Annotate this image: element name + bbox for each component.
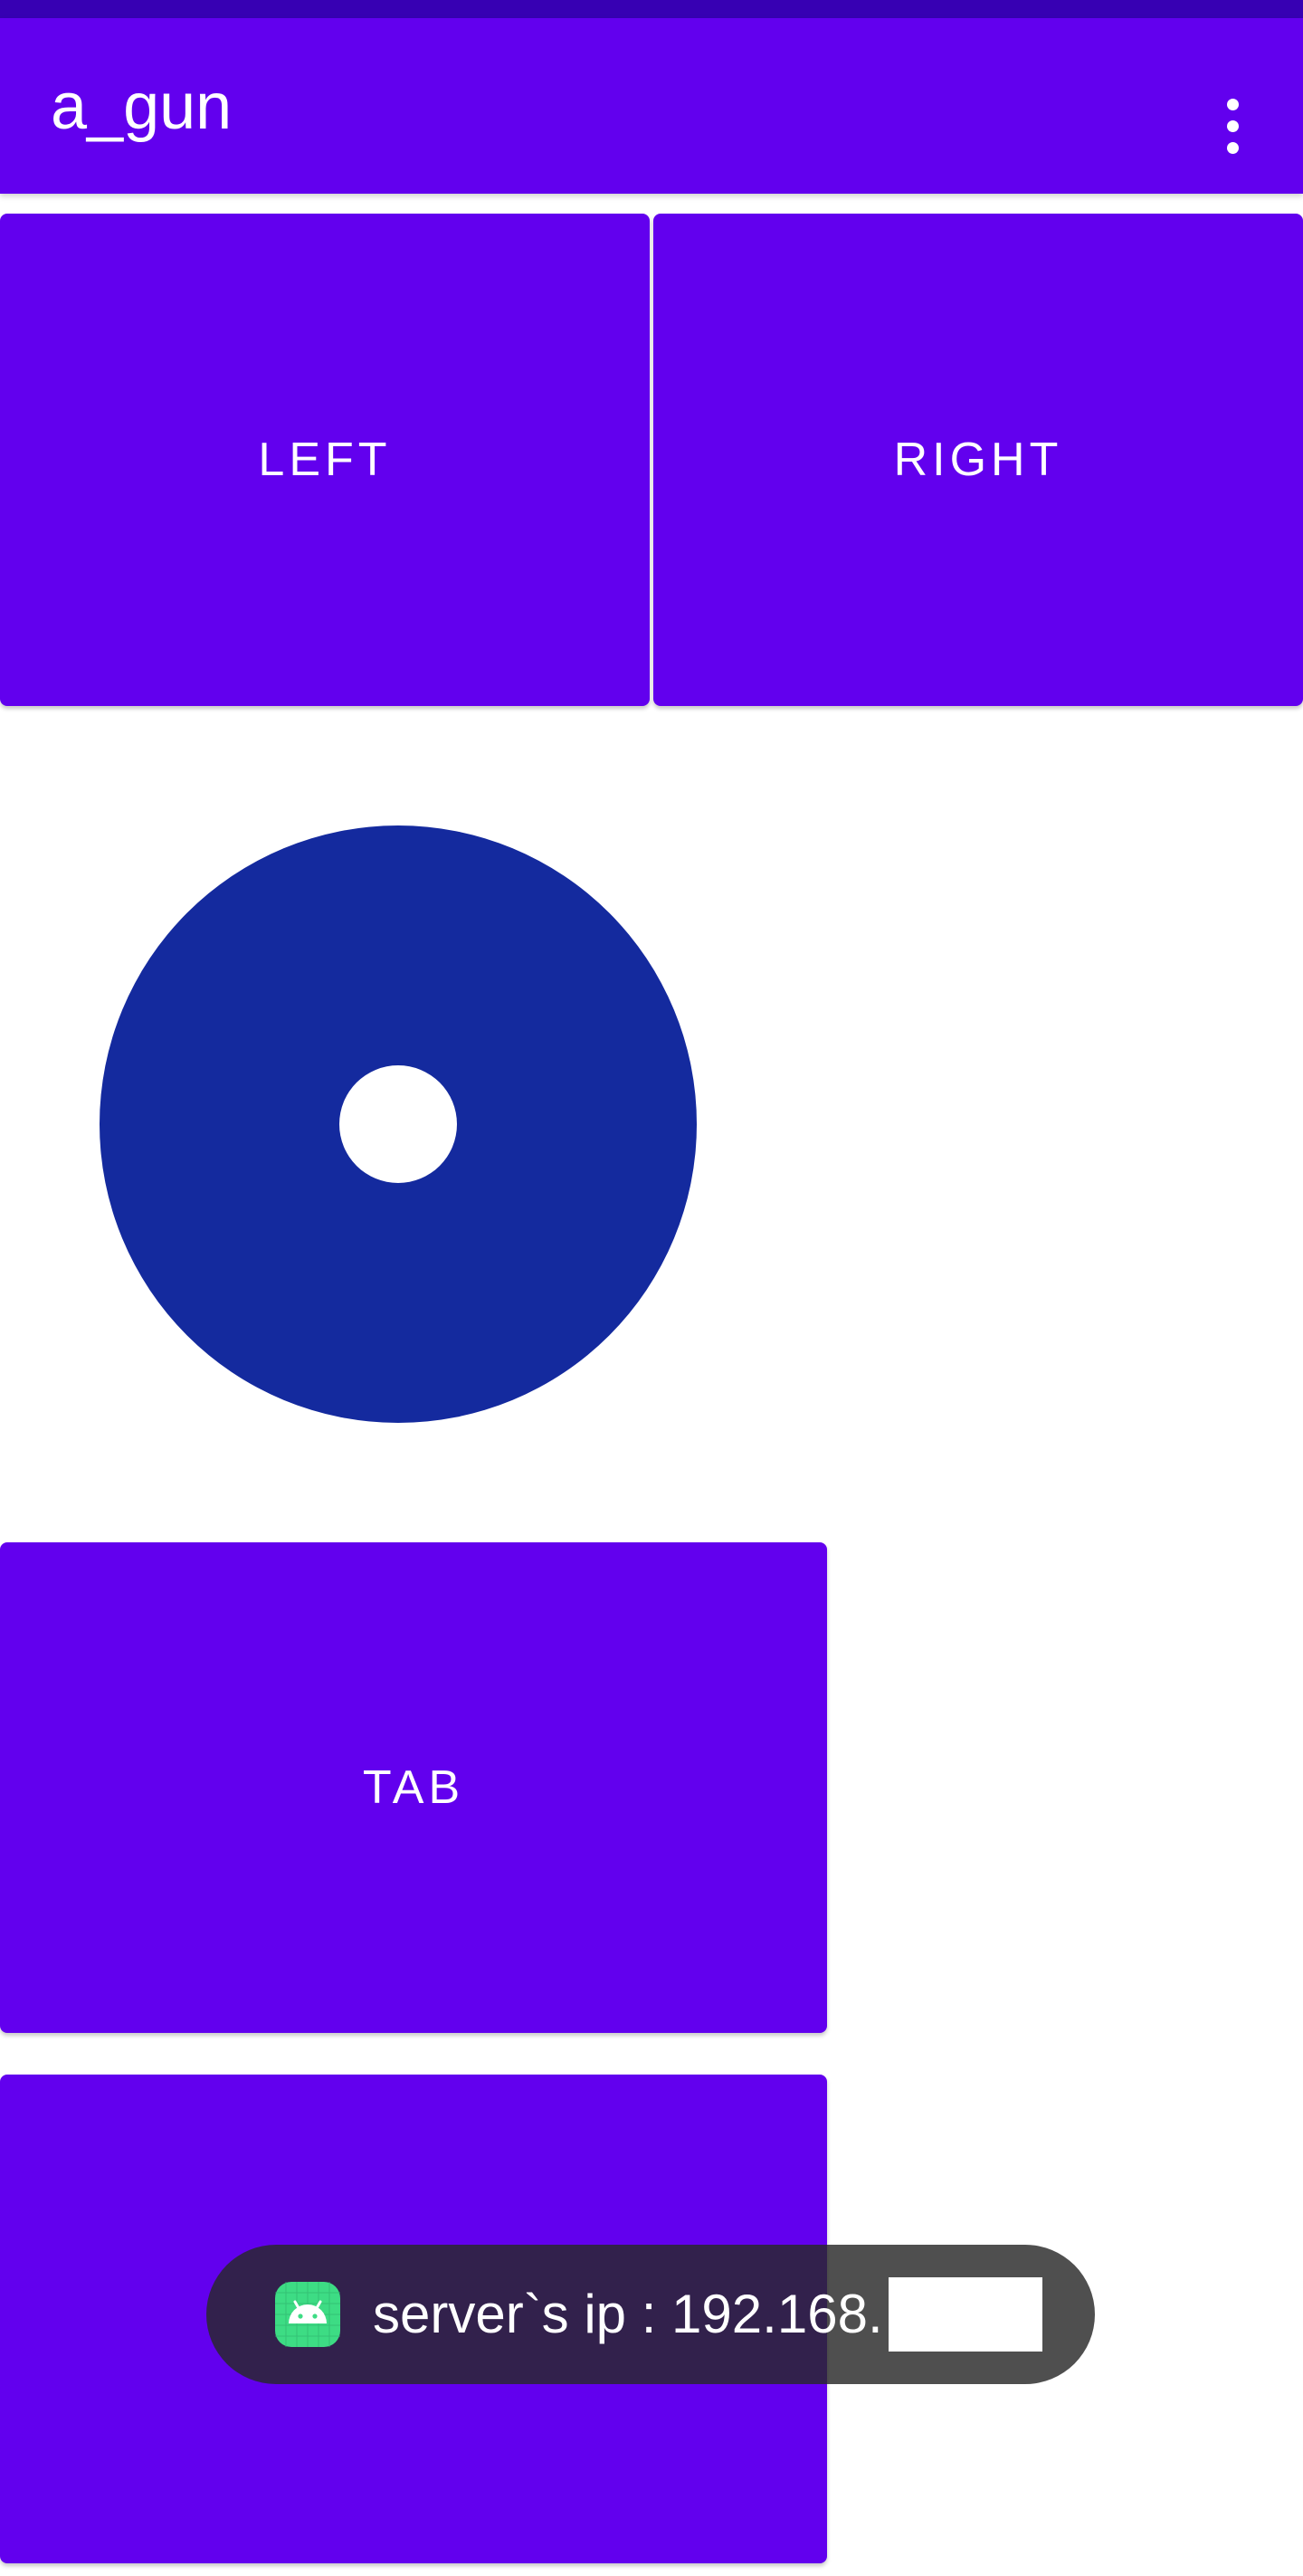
- overflow-menu-dot: [1226, 119, 1239, 132]
- overflow-menu-dot: [1226, 98, 1239, 110]
- redacted-block: [889, 2277, 1042, 2352]
- right-button[interactable]: RIGHT: [653, 214, 1303, 706]
- tab-button-label: TAB: [362, 1761, 465, 1814]
- tab-button[interactable]: TAB: [0, 1542, 827, 2033]
- right-button-label: RIGHT: [893, 434, 1063, 486]
- left-button-label: LEFT: [258, 434, 392, 486]
- toast: server`s ip : 192.168.: [206, 2245, 1095, 2384]
- joystick[interactable]: [100, 825, 697, 1423]
- android-app-icon: [275, 2282, 340, 2347]
- overflow-menu-icon[interactable]: [1203, 76, 1261, 176]
- left-button[interactable]: LEFT: [0, 214, 650, 706]
- toast-message: server`s ip : 192.168.: [373, 2284, 883, 2344]
- app-title: a_gun: [51, 71, 233, 143]
- joystick-knob[interactable]: [339, 1065, 457, 1183]
- app-bar: a_gun: [0, 18, 1303, 194]
- overflow-menu-dot: [1226, 141, 1239, 154]
- status-bar: [0, 0, 1303, 18]
